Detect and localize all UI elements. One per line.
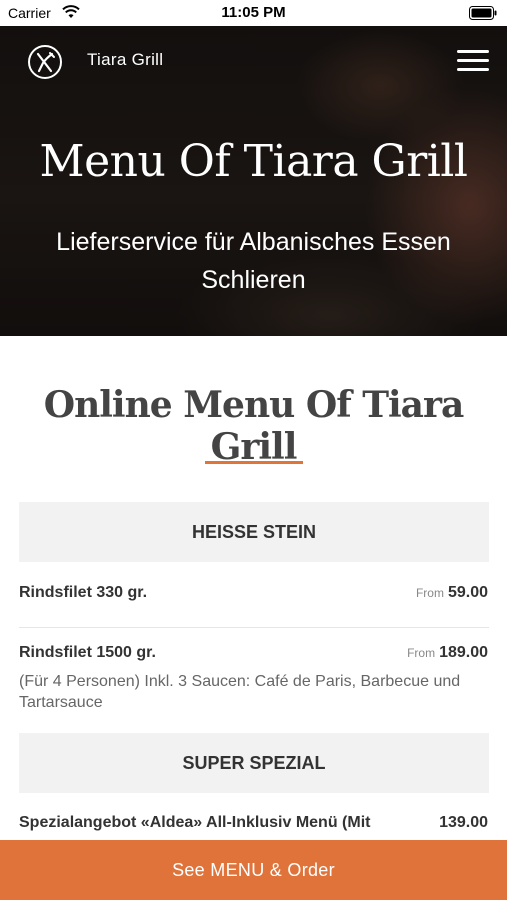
clock: 11:05 PM <box>221 4 286 21</box>
item-price: 59.00 <box>447 584 488 601</box>
hamburger-menu-icon[interactable] <box>457 50 489 74</box>
battery-icon <box>469 6 497 20</box>
item-price: 139.00 <box>439 814 488 831</box>
hero-banner: Tiara Grill Menu Of Tiara Grill Lieferse… <box>0 26 507 336</box>
restaurant-logo-icon[interactable] <box>27 44 63 80</box>
item-price-group: From 189.00 <box>407 644 488 662</box>
section-title: Online Menu Of Tiara Grill <box>43 384 465 468</box>
item-price-group: From 59.00 <box>416 584 488 602</box>
item-price: 189.00 <box>439 644 488 661</box>
item-name: Rindsfilet 1500 gr. <box>19 644 156 661</box>
item-description: (Für 4 Personen) Inkl. 3 Saucen: Café de… <box>19 673 461 711</box>
brand-name[interactable]: Tiara Grill <box>87 50 163 70</box>
title-underline <box>205 461 303 464</box>
status-bar: Carrier 11:05 PM <box>0 0 507 26</box>
category-header[interactable]: HEISSE STEIN <box>19 502 489 562</box>
hero-subtitle: Lieferservice für Albanisches Essen Schl… <box>56 228 451 294</box>
price-from-label: From <box>407 646 436 660</box>
category-header[interactable]: SUPER SPEZIAL <box>19 733 489 793</box>
menu-content[interactable]: Online Menu Of Tiara Grill HEISSE STEIN … <box>0 336 507 840</box>
item-name: Spezialangebot «Aldea» All-Inklusiv Menü… <box>19 814 371 831</box>
price-from-label: From <box>415 586 444 600</box>
item-price-group: 139.00 <box>439 814 488 832</box>
hero-title: Menu Of Tiara Grill <box>39 136 468 187</box>
item-divider <box>19 627 489 628</box>
item-name: Rindsfilet 330 gr. <box>19 584 148 601</box>
see-menu-order-button[interactable]: See MENU & Order <box>0 840 507 900</box>
